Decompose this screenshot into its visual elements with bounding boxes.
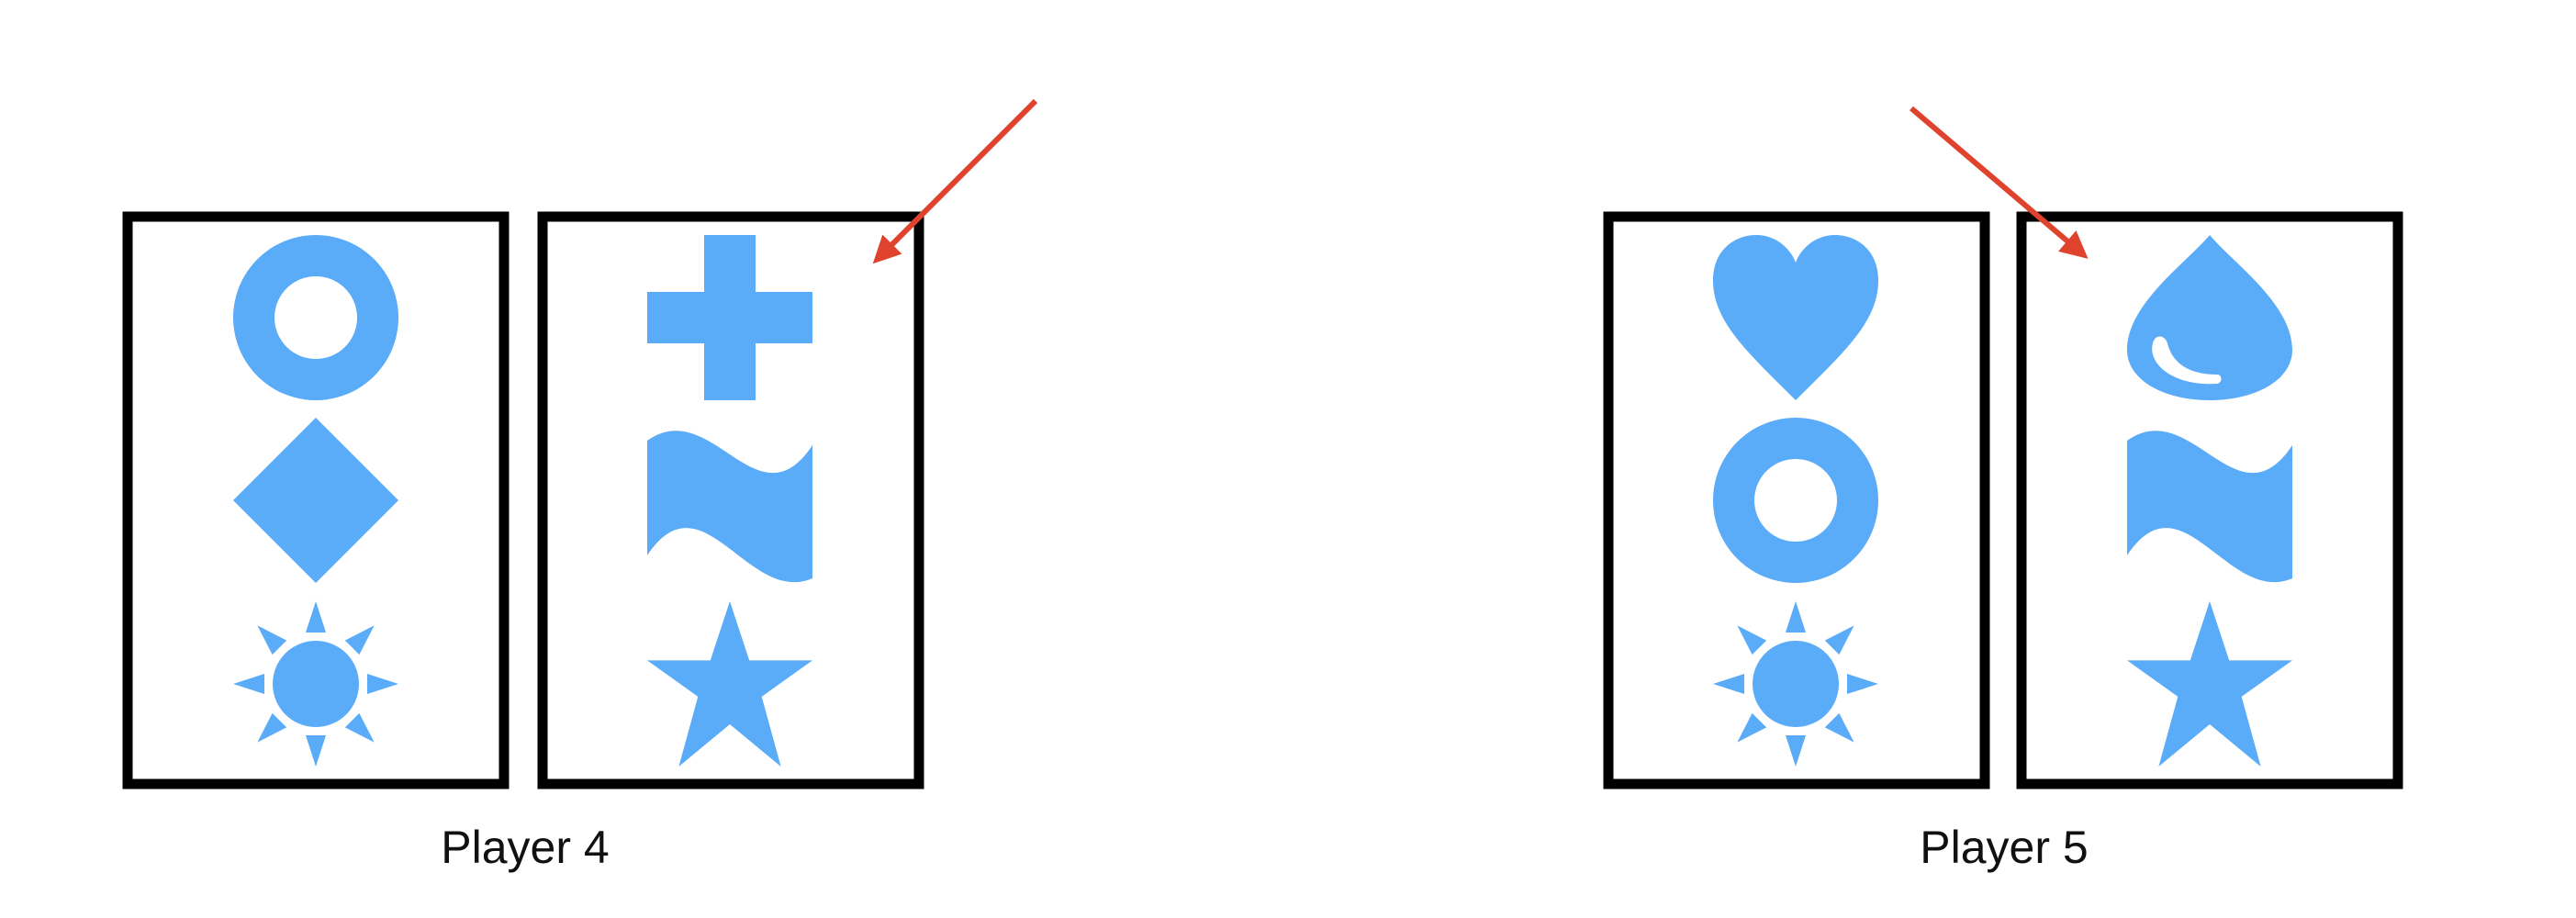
card[interactable] xyxy=(2016,211,2403,789)
card[interactable] xyxy=(537,211,924,789)
player-label: Player 4 xyxy=(441,822,609,873)
player-label: Player 5 xyxy=(1920,822,2088,873)
player-5-group: Player 5 xyxy=(1603,106,2403,873)
card[interactable] xyxy=(122,211,510,800)
pointer-arrow xyxy=(872,98,1038,264)
player-cards-diagram: Player 4 Player 5 xyxy=(122,98,2403,873)
player-4-group: Player 4 xyxy=(122,98,1038,873)
card[interactable] xyxy=(1603,211,1990,800)
